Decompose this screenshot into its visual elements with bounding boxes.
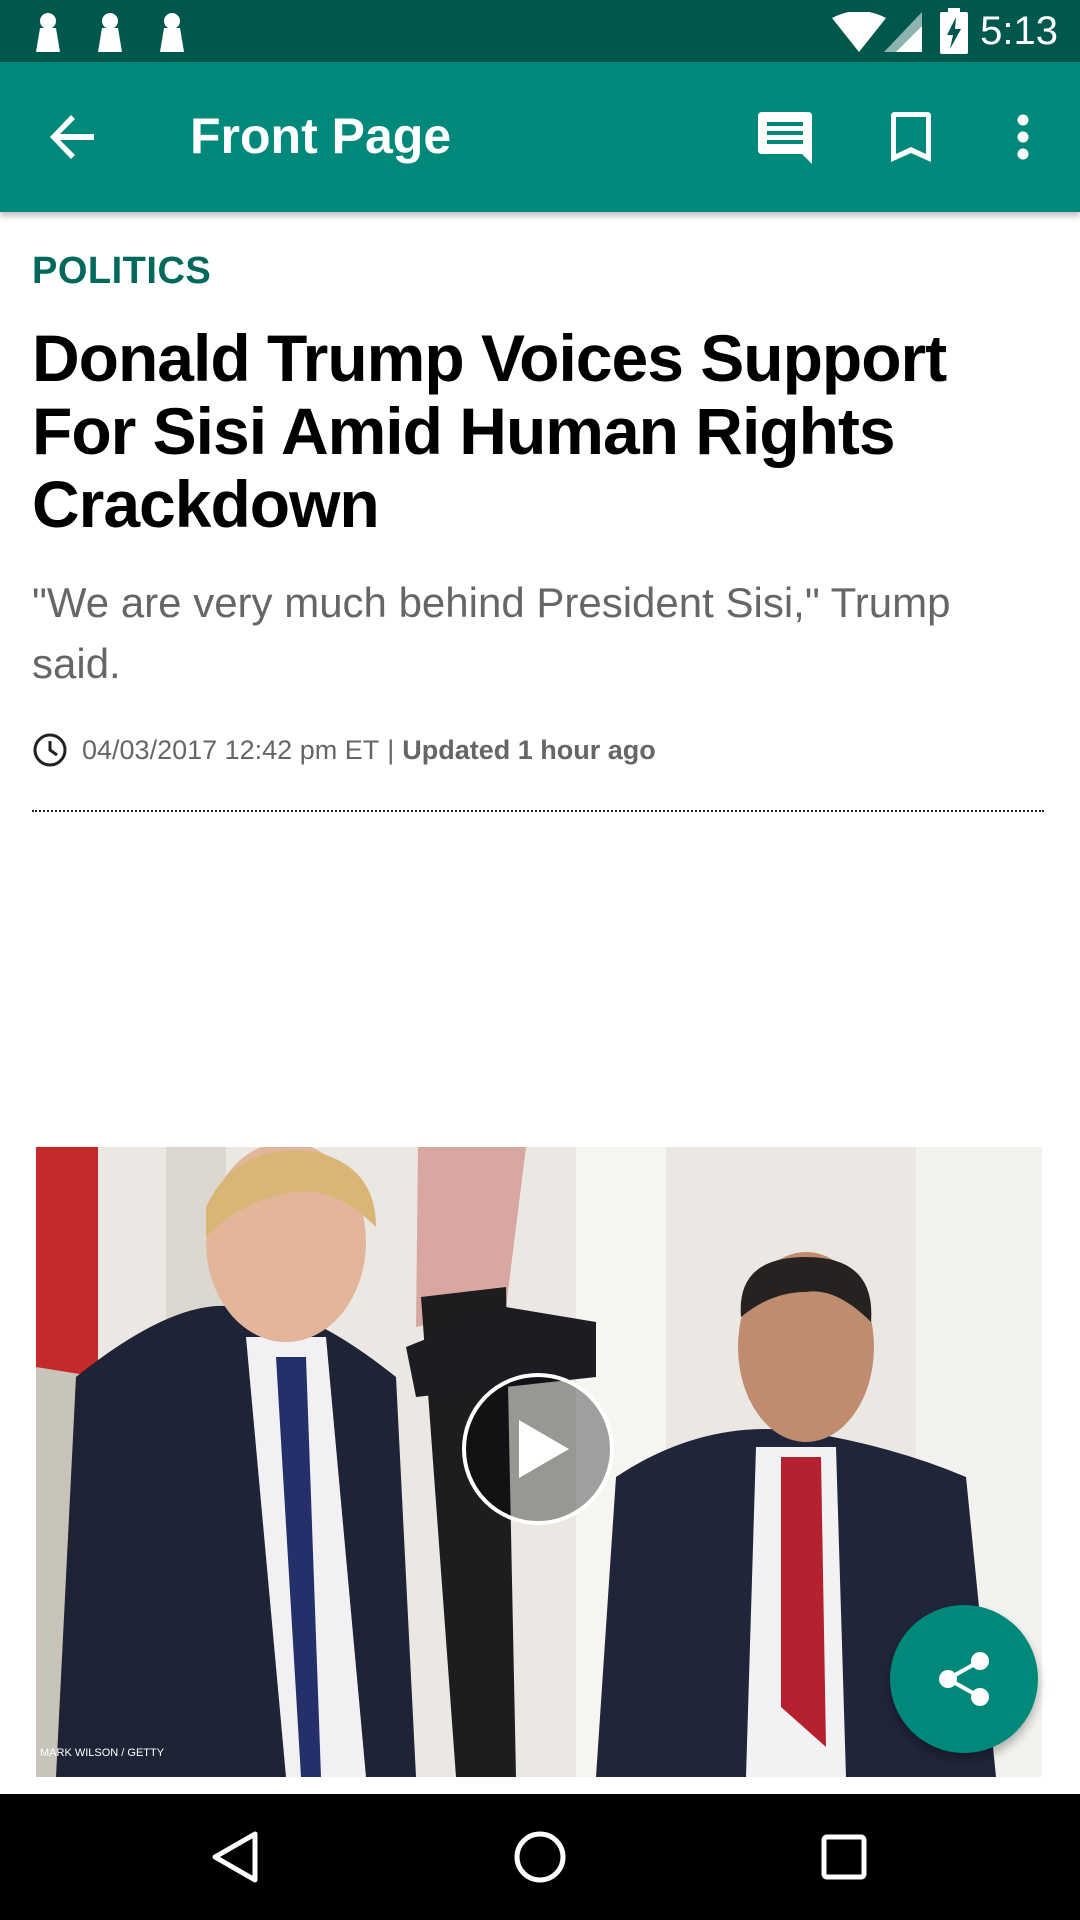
app-bar: Front Page <box>0 62 1080 212</box>
more-options-button[interactable] <box>988 102 1058 172</box>
nav-home-button[interactable] <box>500 1817 580 1897</box>
comments-icon <box>758 112 812 164</box>
bookmark-icon <box>891 112 931 162</box>
video-credit: MARK WILSON / GETTY <box>40 1747 165 1759</box>
signal-icon <box>884 12 922 52</box>
comments-button[interactable] <box>750 102 820 172</box>
notification-icon <box>36 13 60 52</box>
nav-back-button[interactable] <box>195 1817 275 1897</box>
share-icon <box>939 1652 989 1706</box>
article-updated: Updated 1 hour ago <box>402 734 656 765</box>
battery-charging-icon <box>940 8 968 54</box>
clock-icon <box>33 733 67 767</box>
nav-recents-button[interactable] <box>804 1817 884 1897</box>
status-bar: 5:13 <box>0 0 1080 62</box>
divider <box>32 810 1044 812</box>
article-timestamp: 04/03/2017 12:42 pm ET <box>82 734 380 765</box>
app-bar-title: Front Page <box>190 108 452 164</box>
more-vert-icon <box>1017 114 1029 160</box>
nav-recents-icon <box>821 1834 867 1880</box>
nav-home-icon <box>514 1831 566 1883</box>
article-subhead: "We are very much behind President Sisi,… <box>32 579 951 687</box>
notification-icon <box>98 13 122 52</box>
bookmark-button[interactable] <box>876 102 946 172</box>
wifi-icon <box>832 12 886 52</box>
article-headline: Donald Trump Voices Support For Sisi Ami… <box>32 321 947 541</box>
nav-back-icon <box>212 1831 258 1883</box>
notification-icon <box>160 13 184 52</box>
back-icon <box>50 115 94 159</box>
share-fab[interactable] <box>890 1605 1038 1753</box>
article-meta: 04/03/2017 12:42 pm ET | Updated 1 hour … <box>32 732 656 768</box>
play-icon[interactable] <box>461 1372 615 1526</box>
status-time: 5:13 <box>980 9 1058 53</box>
section-label[interactable]: POLITICS <box>32 250 211 293</box>
navigation-bar <box>0 1794 1080 1920</box>
meta-separator: | <box>387 734 395 765</box>
back-button[interactable] <box>38 102 108 172</box>
